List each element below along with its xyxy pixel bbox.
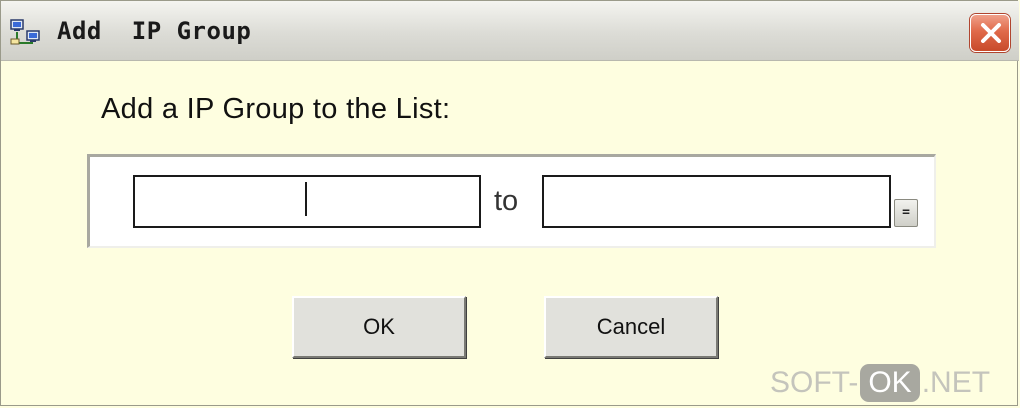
close-icon <box>981 23 1001 43</box>
ok-button[interactable]: OK <box>292 296 466 358</box>
network-computers-icon <box>10 19 42 45</box>
cancel-button[interactable]: Cancel <box>544 296 718 358</box>
ip-from-field[interactable] <box>133 175 481 228</box>
watermark-right: .NET <box>921 366 991 399</box>
close-button[interactable] <box>970 14 1010 52</box>
watermark-middle: OK <box>860 364 920 402</box>
watermark-left: SOFT- <box>770 366 859 399</box>
title-bar[interactable]: Add IP Group <box>1 1 1019 61</box>
ip-to-field[interactable] <box>542 175 891 228</box>
text-caret <box>305 182 307 216</box>
add-ip-group-dialog: Add IP Group Add a IP Group to the List:… <box>0 0 1019 406</box>
window-title: Add IP Group <box>57 17 252 45</box>
dialog-prompt: Add a IP Group to the List: <box>101 93 451 125</box>
range-separator-label: to <box>494 185 519 217</box>
watermark: SOFT- OK .NET <box>770 362 990 404</box>
ip-picker-button[interactable]: = <box>894 199 918 227</box>
